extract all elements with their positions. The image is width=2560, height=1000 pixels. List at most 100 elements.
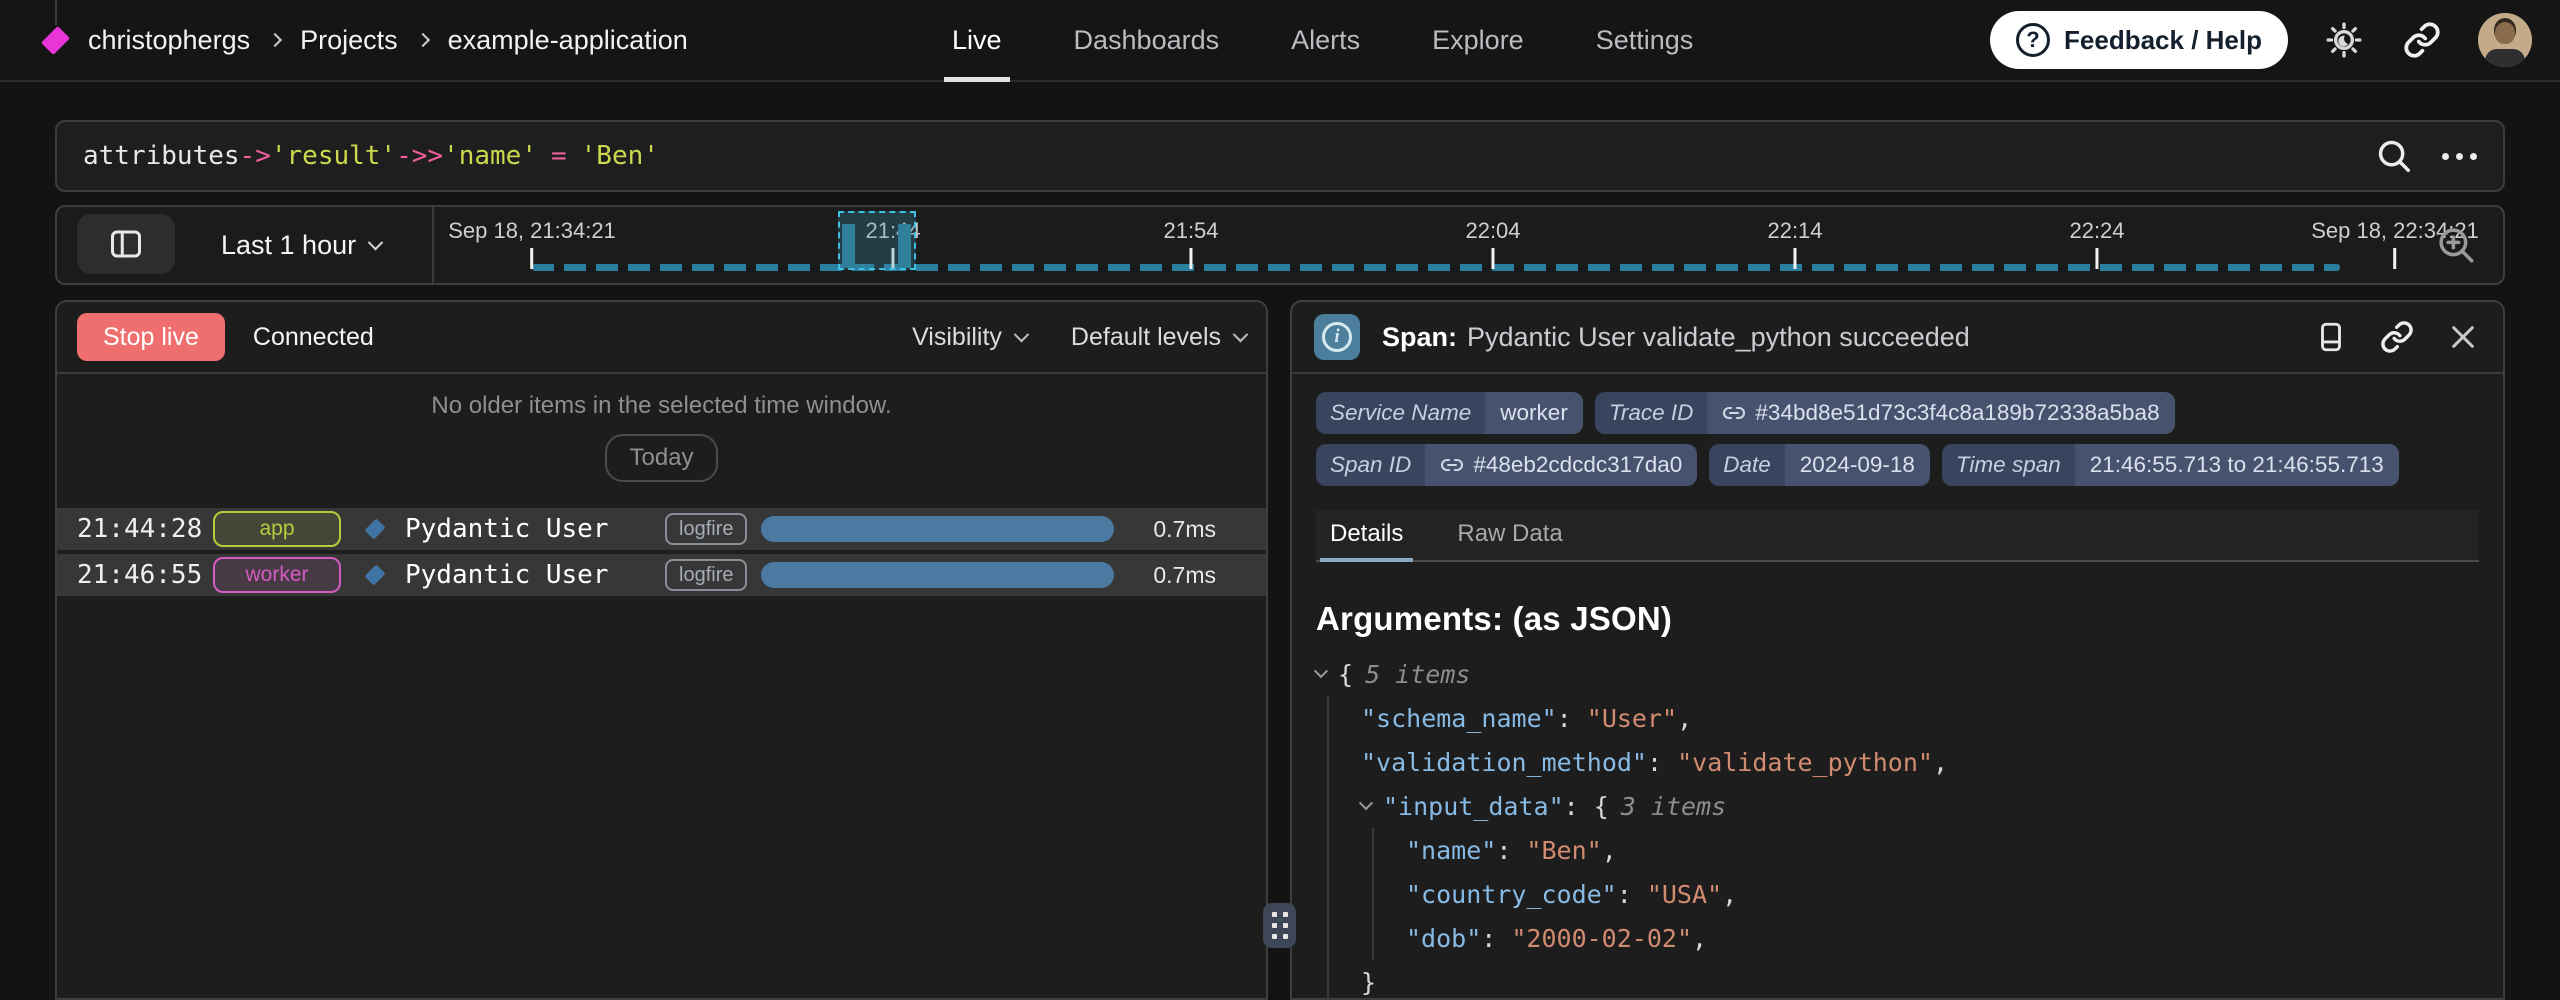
json-value: "USA" [1647,880,1722,909]
tick-label: 22:24 [2069,218,2124,244]
json-colon: : [1481,924,1511,953]
avatar-body [2485,49,2525,67]
stop-live-button[interactable]: Stop live [77,313,225,361]
span-title-text: Pydantic User validate_python succeeded [1467,322,1970,352]
json-entry: "validation_method": "validate_python", [1361,740,2479,784]
chevron-right-icon [268,33,282,47]
trace-id-value: #34bd8e51d73c3f4c8a189b72338a5ba8 [1755,400,2159,426]
query-input[interactable]: attributes->'result'->>'name'='Ben' [55,120,2505,192]
feedback-help-label: Feedback / Help [2064,25,2262,56]
json-item-count: 3 items [1621,792,1726,821]
close-icon[interactable] [2445,319,2481,355]
json-entry: "name": "Ben", [1406,828,2479,872]
log-row[interactable]: 21:44:28 app Pydantic User logfire 0.7ms [57,508,1266,550]
badge-trace-id[interactable]: Trace ID #34bd8e51d73c3f4c8a189b72338a5b… [1595,392,2175,434]
timeline-tick: 22:14 [1767,218,1822,269]
query-field: attributes [83,141,240,171]
today-chip: Today [605,434,717,482]
timeline-selection[interactable] [838,211,916,270]
span-detail-panel: i Span:Pydantic User validate_python suc… [1290,300,2505,1000]
copy-link-icon[interactable] [2379,319,2415,355]
nav-tab-settings[interactable]: Settings [1596,0,1694,80]
visibility-dropdown[interactable]: Visibility [912,323,1027,352]
badge-span-id[interactable]: Span ID #48eb2cdcdc317da0 [1316,444,1697,486]
timeline-tick: 22:04 [1465,218,1520,269]
grip-dots-icon [1272,912,1288,939]
timeline-tick: 22:24 [2069,218,2124,269]
json-level-2: "name": "Ben", "country_code": "USA", "d… [1372,828,2479,960]
log-row[interactable]: 21:46:55 worker Pydantic User logfire 0.… [57,554,1266,596]
json-entry: "input_data": {3 items [1361,784,2479,828]
json-root-line: {5 items [1316,652,2479,696]
query-equals: = [551,141,567,171]
live-panel-body: No older items in the selected time wind… [57,392,1266,596]
json-comma: , [1677,704,1692,733]
feedback-help-button[interactable]: ? Feedback / Help [1990,11,2288,69]
chevron-right-icon [416,33,430,47]
info-glyph: i [1322,322,1352,352]
share-link-icon[interactable] [2400,18,2444,62]
timeline-track[interactable]: Sep 18, 21:34:21 21:44 21:54 22:04 22:14… [57,207,2503,283]
badge-label: Service Name [1316,392,1485,434]
tab-raw-data[interactable]: Raw Data [1447,510,1572,562]
json-colon: : [1564,792,1594,821]
json-key: "name" [1406,836,1496,865]
duration-bar [761,562,1114,588]
span-meta-badges: Service Name worker Trace ID #34bd8e51d7… [1316,392,2479,486]
json-colon: : [1496,836,1526,865]
top-header: christophergs Projects example-applicati… [0,0,2560,82]
query-actions [2372,134,2477,178]
tick-label: Sep 18, 21:34:21 [448,218,616,244]
link-icon [1440,453,1464,477]
breadcrumb-projects[interactable]: Projects [300,25,398,56]
json-brace: { [1338,660,1353,689]
default-levels-dropdown[interactable]: Default levels [1071,323,1246,352]
link-icon [1722,401,1746,425]
json-value: "2000-02-02" [1511,924,1692,953]
live-panel-header: Stop live Connected Visibility Default l… [57,302,1266,374]
collapse-caret-icon[interactable] [1314,664,1328,678]
visibility-label: Visibility [912,323,1002,352]
nav-tab-dashboards[interactable]: Dashboards [1074,0,1220,80]
arguments-heading: Arguments: (as JSON) [1316,600,2479,638]
more-options-icon[interactable] [2442,153,2477,160]
logfire-logo[interactable] [40,0,70,81]
timeline-tick-start: Sep 18, 21:34:21 [448,218,616,269]
nav-tab-live[interactable]: Live [952,0,1002,80]
user-avatar[interactable] [2478,13,2532,67]
json-key: "dob" [1406,924,1481,953]
json-entry: "schema_name": "User", [1361,696,2479,740]
badge-date: Date 2024-09-18 [1709,444,1930,486]
breadcrumb-project[interactable]: example-application [448,25,688,56]
nav-tab-explore[interactable]: Explore [1432,0,1524,80]
span-diamond-icon [364,518,385,539]
badge-label: Span ID [1316,444,1425,486]
tick-label: 22:04 [1465,218,1520,244]
duration-label: 0.7ms [1130,562,1216,589]
avatar-head [2495,22,2515,44]
panel-layout-icon[interactable] [2313,319,2349,355]
query-text: attributes->'result'->>'name'='Ben' [83,141,2372,171]
json-colon: : [1617,880,1647,909]
breadcrumb-org[interactable]: christophergs [88,25,250,56]
json-key: "schema_name" [1361,704,1557,733]
json-key: "validation_method" [1361,748,1647,777]
search-icon[interactable] [2372,134,2416,178]
detail-panel-body: Service Name worker Trace ID #34bd8e51d7… [1292,392,2503,1000]
zoom-in-icon[interactable] [2435,224,2477,266]
badge-service-name: Service Name worker [1316,392,1583,434]
nav-tab-alerts[interactable]: Alerts [1291,0,1360,80]
collapse-caret-icon[interactable] [1359,796,1373,810]
theme-toggle-icon[interactable] [2322,18,2366,62]
query-operator: -> [240,141,271,171]
json-comma: , [1722,880,1737,909]
panel-resize-handle[interactable] [1263,903,1296,948]
json-brace: { [1594,792,1609,821]
tab-details[interactable]: Details [1320,510,1413,562]
logo-stem [55,0,57,25]
badge-label: Time span [1942,444,2075,486]
row-timestamp: 21:46:55 [77,560,201,590]
badge-value: 2024-09-18 [1785,444,1930,486]
main-nav: Live Dashboards Alerts Explore Settings [952,0,1693,80]
json-comma: , [1692,924,1707,953]
